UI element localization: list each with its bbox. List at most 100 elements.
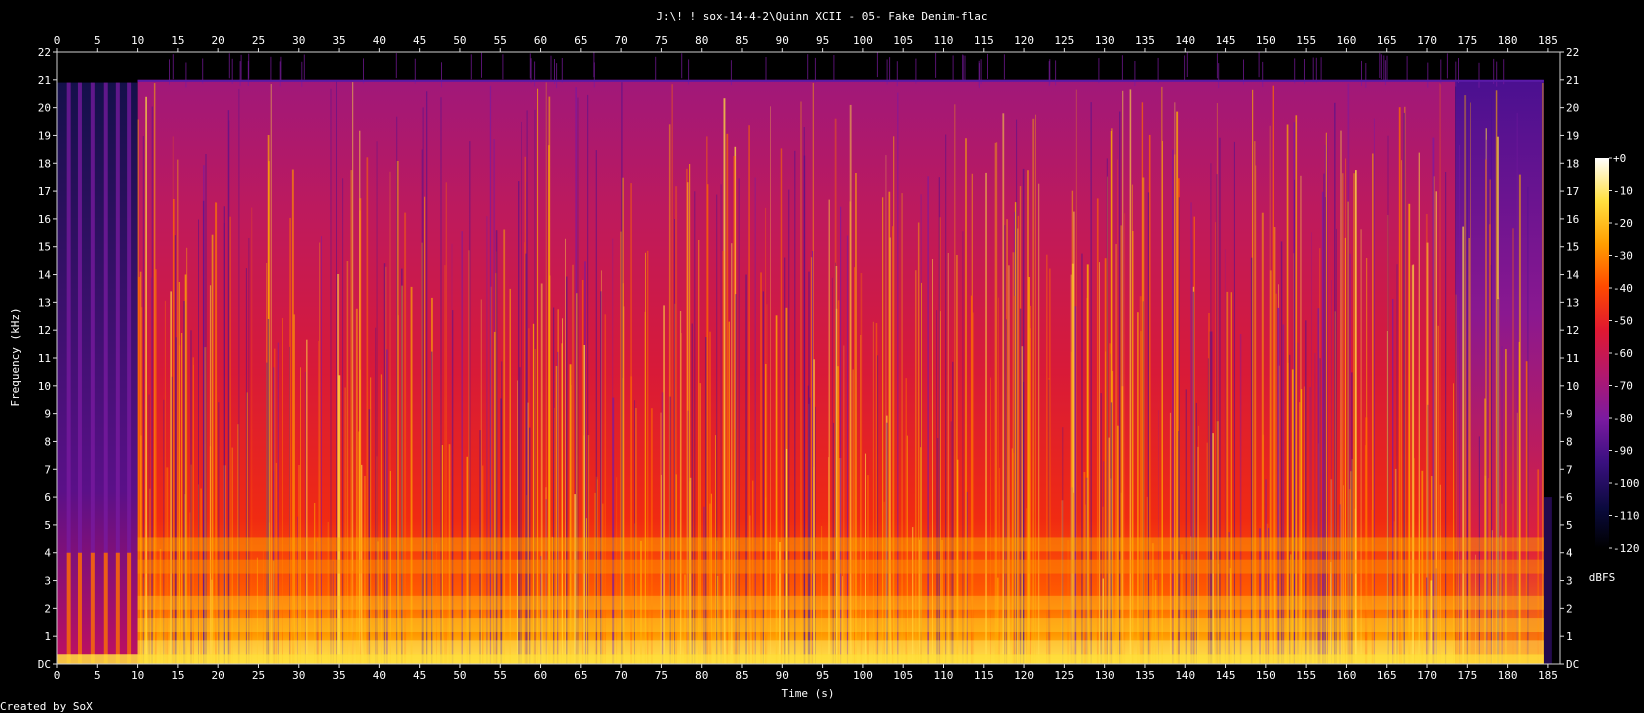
y-tick-label-right: 8	[1566, 435, 1573, 448]
hf-spike	[1003, 54, 1005, 80]
y-tick-label-left: DC	[38, 658, 51, 671]
transient	[557, 351, 559, 664]
intro-beat-low	[66, 552, 71, 664]
transient	[1326, 134, 1328, 664]
hf-spike	[935, 52, 937, 78]
hf-spike	[962, 54, 964, 80]
y-tick-label-left: 20	[38, 102, 51, 115]
transient	[548, 96, 551, 664]
gap-streak	[175, 337, 177, 664]
hf-spike	[1383, 55, 1385, 81]
y-ticks-left: DC12345678910111213141516171819202122	[38, 46, 57, 671]
y-tick-label-right: 2	[1566, 602, 1573, 615]
transient	[537, 88, 539, 664]
y-tick-label-right: 12	[1566, 324, 1579, 337]
gap-streak	[205, 154, 207, 664]
x-tick-label-bottom: 30	[292, 669, 305, 682]
gap-streak	[534, 109, 536, 664]
dc-band	[57, 654, 1544, 664]
transient	[574, 494, 576, 664]
colorbar-tick-label: -10	[1613, 185, 1633, 198]
transient	[1353, 173, 1355, 664]
transient	[996, 142, 998, 664]
hf-spike	[889, 57, 891, 83]
gap-streak	[803, 155, 806, 664]
hf-spike	[987, 53, 988, 79]
hf-spike	[1406, 56, 1408, 82]
colorbar-tick-label: +0	[1613, 152, 1626, 165]
y-tick-label-left: 17	[38, 185, 51, 198]
gap-streak	[1216, 174, 1218, 664]
gap-streak	[1090, 102, 1092, 664]
gap-streak	[336, 81, 337, 664]
y-tick-label-right: 5	[1566, 519, 1573, 532]
transient	[350, 170, 353, 664]
gap-streak	[1305, 320, 1307, 664]
transient	[1516, 112, 1518, 664]
x-tick-label-top: 30	[292, 34, 305, 47]
x-tick-label-bottom: 50	[453, 669, 466, 682]
x-tick-label-bottom: 70	[615, 669, 628, 682]
transient	[1035, 114, 1036, 664]
gap-streak	[720, 184, 722, 664]
transient	[424, 196, 426, 664]
transient	[1282, 324, 1285, 664]
y-tick-label-right: 13	[1566, 296, 1579, 309]
hf-spike	[1315, 57, 1317, 83]
gap-streak	[452, 310, 454, 664]
colorbar-gradient	[1595, 158, 1609, 548]
harmonic-band	[137, 559, 1544, 574]
transient	[893, 136, 895, 664]
transient	[840, 206, 842, 664]
gap-streak	[621, 82, 623, 664]
transient	[865, 453, 866, 664]
transient	[1401, 160, 1402, 664]
x-tick-label-bottom: 100	[853, 669, 873, 682]
transient	[172, 136, 174, 664]
x-tick-label-bottom: 125	[1054, 669, 1074, 682]
gap-streak	[1233, 141, 1235, 664]
y-tick-label-right: 7	[1566, 463, 1573, 476]
transient	[780, 148, 783, 664]
transient	[855, 173, 857, 664]
hf-spike	[876, 52, 878, 78]
x-tick-label-top: 150	[1256, 34, 1276, 47]
transient	[706, 184, 709, 664]
transient	[1495, 90, 1498, 664]
transient	[689, 164, 691, 664]
hf-spike	[1134, 61, 1136, 86]
x-tick-label-top: 40	[373, 34, 386, 47]
cutoff-line	[137, 79, 1544, 82]
transient	[709, 331, 711, 664]
x-tick-label-bottom: 95	[816, 669, 829, 682]
x-tick-label-top: 90	[776, 34, 789, 47]
gap-streak	[716, 194, 718, 664]
x-tick-label-bottom: 90	[776, 669, 789, 682]
transient	[1075, 89, 1077, 664]
colorbar-tick-label: -120	[1613, 542, 1640, 555]
gap-streak	[1210, 163, 1212, 664]
transient	[386, 349, 388, 664]
y-tick-label-left: 1	[44, 630, 51, 643]
transient	[251, 207, 253, 664]
x-tick-label-bottom: 25	[252, 669, 265, 682]
hf-spike	[1312, 57, 1314, 83]
gap-streak	[267, 319, 270, 664]
y-tick-label-left: 12	[38, 324, 51, 337]
y-tick-label-left: 21	[38, 74, 51, 87]
transient	[1321, 191, 1324, 664]
colorbar-tick-label: -80	[1613, 412, 1633, 425]
transient	[800, 101, 802, 664]
transient	[314, 503, 316, 664]
transient	[766, 304, 768, 664]
transient	[728, 321, 730, 664]
transient	[1277, 307, 1280, 664]
x-tick-label-top: 70	[615, 34, 628, 47]
spectrogram-chart: J:\! ! sox-14-4-2\Quinn XCII - 05- Fake …	[0, 10, 1640, 713]
x-tick-label-top: 20	[212, 34, 225, 47]
gap-streak	[202, 200, 205, 664]
gap-streak	[1219, 137, 1221, 664]
transient	[686, 168, 688, 664]
hf-spike	[1386, 55, 1388, 81]
transient	[604, 314, 606, 664]
